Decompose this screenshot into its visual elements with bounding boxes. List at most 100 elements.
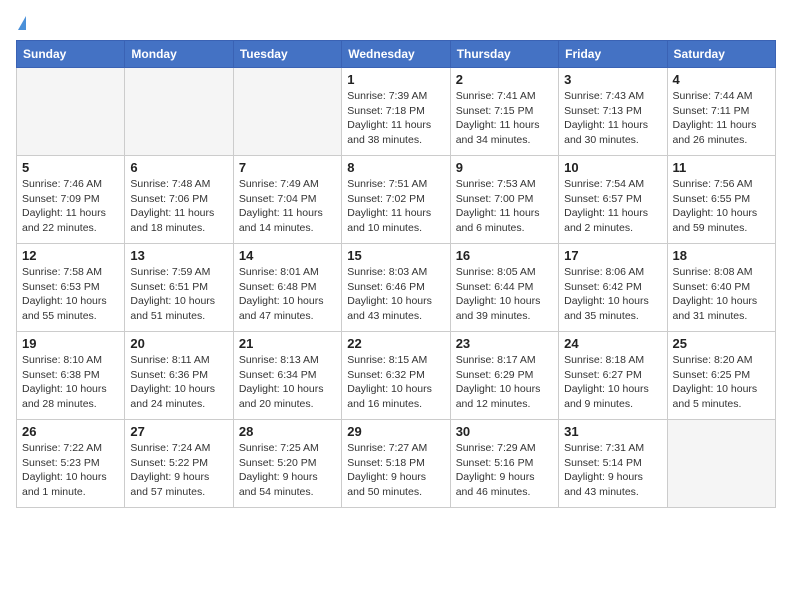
day-info: Sunrise: 7:44 AM Sunset: 7:11 PM Dayligh… bbox=[673, 89, 770, 148]
day-info: Sunrise: 7:39 AM Sunset: 7:18 PM Dayligh… bbox=[347, 89, 444, 148]
calendar-cell: 20 Sunrise: 8:11 AM Sunset: 6:36 PM Dayli… bbox=[125, 332, 233, 420]
calendar-cell: 15 Sunrise: 8:03 AM Sunset: 6:46 PM Dayli… bbox=[342, 244, 450, 332]
day-info: Sunrise: 7:41 AM Sunset: 7:15 PM Dayligh… bbox=[456, 89, 553, 148]
calendar-cell: 17 Sunrise: 8:06 AM Sunset: 6:42 PM Dayli… bbox=[559, 244, 667, 332]
calendar-cell: 26 Sunrise: 7:22 AM Sunset: 5:23 PM Dayli… bbox=[17, 420, 125, 508]
day-number: 12 bbox=[22, 248, 119, 263]
weekday-header-wednesday: Wednesday bbox=[342, 41, 450, 68]
day-number: 11 bbox=[673, 160, 770, 175]
day-info: Sunrise: 7:51 AM Sunset: 7:02 PM Dayligh… bbox=[347, 177, 444, 236]
calendar-cell: 22 Sunrise: 8:15 AM Sunset: 6:32 PM Dayli… bbox=[342, 332, 450, 420]
calendar-cell: 14 Sunrise: 8:01 AM Sunset: 6:48 PM Dayli… bbox=[233, 244, 341, 332]
calendar-cell: 7 Sunrise: 7:49 AM Sunset: 7:04 PM Daylig… bbox=[233, 156, 341, 244]
day-number: 2 bbox=[456, 72, 553, 87]
day-info: Sunrise: 7:31 AM Sunset: 5:14 PM Dayligh… bbox=[564, 441, 661, 500]
calendar-cell: 18 Sunrise: 8:08 AM Sunset: 6:40 PM Dayli… bbox=[667, 244, 775, 332]
day-number: 24 bbox=[564, 336, 661, 351]
day-number: 15 bbox=[347, 248, 444, 263]
weekday-header-thursday: Thursday bbox=[450, 41, 558, 68]
calendar-cell: 29 Sunrise: 7:27 AM Sunset: 5:18 PM Dayli… bbox=[342, 420, 450, 508]
day-info: Sunrise: 8:11 AM Sunset: 6:36 PM Dayligh… bbox=[130, 353, 227, 412]
weekday-header-sunday: Sunday bbox=[17, 41, 125, 68]
calendar-cell: 25 Sunrise: 8:20 AM Sunset: 6:25 PM Dayli… bbox=[667, 332, 775, 420]
day-number: 14 bbox=[239, 248, 336, 263]
weekday-header-friday: Friday bbox=[559, 41, 667, 68]
calendar-cell: 13 Sunrise: 7:59 AM Sunset: 6:51 PM Dayli… bbox=[125, 244, 233, 332]
calendar-cell bbox=[125, 68, 233, 156]
day-number: 23 bbox=[456, 336, 553, 351]
day-number: 3 bbox=[564, 72, 661, 87]
calendar-cell: 6 Sunrise: 7:48 AM Sunset: 7:06 PM Daylig… bbox=[125, 156, 233, 244]
calendar-cell bbox=[667, 420, 775, 508]
calendar-week-row: 19 Sunrise: 8:10 AM Sunset: 6:38 PM Dayli… bbox=[17, 332, 776, 420]
day-info: Sunrise: 7:48 AM Sunset: 7:06 PM Dayligh… bbox=[130, 177, 227, 236]
day-info: Sunrise: 7:27 AM Sunset: 5:18 PM Dayligh… bbox=[347, 441, 444, 500]
day-number: 17 bbox=[564, 248, 661, 263]
day-number: 29 bbox=[347, 424, 444, 439]
calendar-cell bbox=[233, 68, 341, 156]
day-number: 5 bbox=[22, 160, 119, 175]
calendar-cell: 19 Sunrise: 8:10 AM Sunset: 6:38 PM Dayli… bbox=[17, 332, 125, 420]
calendar-cell: 16 Sunrise: 8:05 AM Sunset: 6:44 PM Dayli… bbox=[450, 244, 558, 332]
day-number: 25 bbox=[673, 336, 770, 351]
day-number: 7 bbox=[239, 160, 336, 175]
logo-triangle-icon bbox=[18, 16, 26, 30]
calendar-cell: 10Sunrise: 7:54 AM Sunset: 6:57 PM Dayli… bbox=[559, 156, 667, 244]
day-number: 9 bbox=[456, 160, 553, 175]
weekday-header-monday: Monday bbox=[125, 41, 233, 68]
calendar-cell: 23 Sunrise: 8:17 AM Sunset: 6:29 PM Dayli… bbox=[450, 332, 558, 420]
day-number: 26 bbox=[22, 424, 119, 439]
calendar-cell: 24 Sunrise: 8:18 AM Sunset: 6:27 PM Dayli… bbox=[559, 332, 667, 420]
day-info: Sunrise: 8:10 AM Sunset: 6:38 PM Dayligh… bbox=[22, 353, 119, 412]
day-info: Sunrise: 7:46 AM Sunset: 7:09 PM Dayligh… bbox=[22, 177, 119, 236]
day-number: 6 bbox=[130, 160, 227, 175]
day-info: Sunrise: 7:22 AM Sunset: 5:23 PM Dayligh… bbox=[22, 441, 119, 500]
day-info: Sunrise: 8:06 AM Sunset: 6:42 PM Dayligh… bbox=[564, 265, 661, 324]
day-info: Sunrise: 8:05 AM Sunset: 6:44 PM Dayligh… bbox=[456, 265, 553, 324]
calendar-cell: 21 Sunrise: 8:13 AM Sunset: 6:34 PM Dayli… bbox=[233, 332, 341, 420]
weekday-header-tuesday: Tuesday bbox=[233, 41, 341, 68]
calendar-table: SundayMondayTuesdayWednesdayThursdayFrid… bbox=[16, 40, 776, 508]
day-info: Sunrise: 8:20 AM Sunset: 6:25 PM Dayligh… bbox=[673, 353, 770, 412]
day-number: 13 bbox=[130, 248, 227, 263]
day-info: Sunrise: 7:24 AM Sunset: 5:22 PM Dayligh… bbox=[130, 441, 227, 500]
day-info: Sunrise: 7:29 AM Sunset: 5:16 PM Dayligh… bbox=[456, 441, 553, 500]
day-number: 21 bbox=[239, 336, 336, 351]
day-info: Sunrise: 8:13 AM Sunset: 6:34 PM Dayligh… bbox=[239, 353, 336, 412]
day-info: Sunrise: 8:15 AM Sunset: 6:32 PM Dayligh… bbox=[347, 353, 444, 412]
day-number: 10 bbox=[564, 160, 661, 175]
day-number: 31 bbox=[564, 424, 661, 439]
calendar-week-row: 5 Sunrise: 7:46 AM Sunset: 7:09 PM Daylig… bbox=[17, 156, 776, 244]
day-info: Sunrise: 8:17 AM Sunset: 6:29 PM Dayligh… bbox=[456, 353, 553, 412]
calendar-cell: 27Sunrise: 7:24 AM Sunset: 5:22 PM Dayli… bbox=[125, 420, 233, 508]
day-number: 30 bbox=[456, 424, 553, 439]
calendar-cell: 5 Sunrise: 7:46 AM Sunset: 7:09 PM Daylig… bbox=[17, 156, 125, 244]
calendar-cell: 4Sunrise: 7:44 AM Sunset: 7:11 PM Daylig… bbox=[667, 68, 775, 156]
day-number: 20 bbox=[130, 336, 227, 351]
day-info: Sunrise: 8:01 AM Sunset: 6:48 PM Dayligh… bbox=[239, 265, 336, 324]
calendar-cell: 3Sunrise: 7:43 AM Sunset: 7:13 PM Daylig… bbox=[559, 68, 667, 156]
day-info: Sunrise: 7:59 AM Sunset: 6:51 PM Dayligh… bbox=[130, 265, 227, 324]
calendar-cell: 30 Sunrise: 7:29 AM Sunset: 5:16 PM Dayli… bbox=[450, 420, 558, 508]
day-info: Sunrise: 8:08 AM Sunset: 6:40 PM Dayligh… bbox=[673, 265, 770, 324]
day-number: 1 bbox=[347, 72, 444, 87]
day-info: Sunrise: 7:53 AM Sunset: 7:00 PM Dayligh… bbox=[456, 177, 553, 236]
calendar-cell: 11Sunrise: 7:56 AM Sunset: 6:55 PM Dayli… bbox=[667, 156, 775, 244]
calendar-cell: 28Sunrise: 7:25 AM Sunset: 5:20 PM Dayli… bbox=[233, 420, 341, 508]
day-number: 19 bbox=[22, 336, 119, 351]
calendar-cell: 9 Sunrise: 7:53 AM Sunset: 7:00 PM Daylig… bbox=[450, 156, 558, 244]
day-info: Sunrise: 7:58 AM Sunset: 6:53 PM Dayligh… bbox=[22, 265, 119, 324]
day-info: Sunrise: 7:25 AM Sunset: 5:20 PM Dayligh… bbox=[239, 441, 336, 500]
calendar-cell: 2 Sunrise: 7:41 AM Sunset: 7:15 PM Daylig… bbox=[450, 68, 558, 156]
calendar-week-row: 1 Sunrise: 7:39 AM Sunset: 7:18 PM Daylig… bbox=[17, 68, 776, 156]
day-info: Sunrise: 7:49 AM Sunset: 7:04 PM Dayligh… bbox=[239, 177, 336, 236]
calendar-header-row: SundayMondayTuesdayWednesdayThursdayFrid… bbox=[17, 41, 776, 68]
day-info: Sunrise: 8:03 AM Sunset: 6:46 PM Dayligh… bbox=[347, 265, 444, 324]
day-number: 16 bbox=[456, 248, 553, 263]
day-number: 18 bbox=[673, 248, 770, 263]
calendar-cell: 1 Sunrise: 7:39 AM Sunset: 7:18 PM Daylig… bbox=[342, 68, 450, 156]
day-info: Sunrise: 8:18 AM Sunset: 6:27 PM Dayligh… bbox=[564, 353, 661, 412]
calendar-week-row: 26 Sunrise: 7:22 AM Sunset: 5:23 PM Dayli… bbox=[17, 420, 776, 508]
day-number: 8 bbox=[347, 160, 444, 175]
day-number: 22 bbox=[347, 336, 444, 351]
